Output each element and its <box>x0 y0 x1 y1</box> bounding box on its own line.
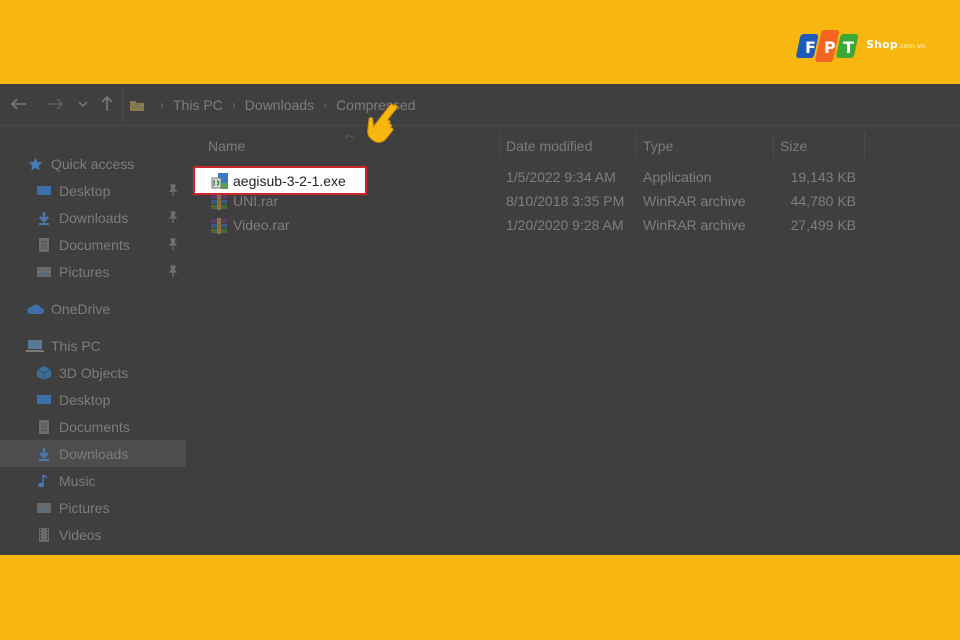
breadcrumb-downloads[interactable]: Downloads <box>245 97 314 113</box>
sidebar-item-label: Desktop <box>59 391 111 408</box>
file-explorer-window: › This PC › Downloads › Compressed Quick… <box>0 84 960 555</box>
column-header-type[interactable]: Type <box>625 136 773 160</box>
desktop-icon <box>36 184 52 198</box>
sidebar-item-downloads[interactable]: Downloads <box>0 440 186 467</box>
sidebar-item-label: 3D Objects <box>59 364 129 381</box>
up-arrow-icon[interactable] <box>96 93 118 115</box>
breadcrumb-separator-icon: › <box>160 98 164 112</box>
navigation-bar: › This PC › Downloads › Compressed <box>0 84 960 126</box>
sidebar-item-3d-objects[interactable]: 3D Objects <box>0 359 186 386</box>
column-divider[interactable] <box>864 132 865 158</box>
film-icon <box>36 527 52 542</box>
music-note-icon <box>36 473 52 488</box>
file-size: 27,499 KB <box>790 217 856 233</box>
file-name: Video.rar <box>233 217 290 233</box>
download-arrow-icon <box>36 447 52 461</box>
file-type: WinRAR archive <box>643 217 746 233</box>
file-type: WinRAR archive <box>643 193 746 209</box>
sidebar-item-music[interactable]: Music <box>0 467 186 494</box>
setup-exe-icon <box>211 173 228 189</box>
winrar-icon <box>211 218 227 234</box>
fpt-shop-logo: F P T Shop.com.vn <box>796 28 936 68</box>
desktop-icon <box>36 393 52 407</box>
file-name: aegisub-3-2-1.exe <box>233 173 346 189</box>
star-icon <box>28 157 44 171</box>
sidebar-item-quick-access[interactable]: Quick access <box>0 150 186 177</box>
sidebar-item-this-pc[interactable]: This PC <box>0 332 186 359</box>
cloud-icon <box>26 302 44 316</box>
forward-arrow-icon[interactable] <box>44 93 66 115</box>
logo-letter-f: F <box>805 38 816 57</box>
download-arrow-icon <box>36 211 52 225</box>
sidebar-item-label: OneDrive <box>51 300 111 317</box>
sidebar-item-label: Downloads <box>59 445 129 462</box>
pictures-icon <box>36 501 52 515</box>
file-type: Application <box>643 169 712 185</box>
logo-letter-t: T <box>843 38 854 57</box>
pin-icon <box>168 211 178 223</box>
folder-location-icon <box>129 98 145 112</box>
breadcrumb-separator-icon: › <box>323 98 328 112</box>
cube-icon <box>36 365 52 380</box>
pointing-hand-icon <box>367 103 398 143</box>
file-size: 44,780 KB <box>790 193 856 209</box>
sidebar-item-pictures[interactable]: Pictures <box>0 494 186 521</box>
sidebar-item-label: Pictures <box>59 499 110 516</box>
file-name: UNI.rar <box>233 193 279 209</box>
address-bar[interactable]: › This PC › Downloads › Compressed <box>122 89 960 121</box>
sidebar-item-documents[interactable]: Documents <box>0 413 186 440</box>
highlighted-file-aegisub[interactable]: aegisub-3-2-1.exe <box>193 166 367 195</box>
logo-letter-p: P <box>824 38 836 57</box>
navigation-pane: Quick access Desktop Downloads Documents… <box>0 144 186 555</box>
pin-icon <box>168 184 178 196</box>
file-date: 1/5/2022 9:34 AM <box>506 169 616 185</box>
file-row-video-rar[interactable]: Video.rar 1/20/2020 9:28 AM WinRAR archi… <box>190 214 870 238</box>
brand-shop-text: Shop.com.vn <box>866 38 926 51</box>
sidebar-item-label: Pictures <box>59 263 110 280</box>
pictures-icon <box>36 265 52 279</box>
file-size: 19,143 KB <box>790 169 856 185</box>
sidebar-item-documents-pinned[interactable]: Documents <box>0 231 186 258</box>
column-header-size[interactable]: Size <box>762 136 862 160</box>
pin-icon <box>168 265 178 277</box>
column-header-date-modified[interactable]: Date modified <box>488 136 636 160</box>
sidebar-item-videos[interactable]: Videos <box>0 521 186 548</box>
sidebar-item-pictures-pinned[interactable]: Pictures <box>0 258 186 285</box>
sidebar-item-label: Documents <box>59 418 130 435</box>
winrar-icon <box>211 194 227 210</box>
file-date: 1/20/2020 9:28 AM <box>506 217 624 233</box>
documents-icon <box>36 419 52 434</box>
breadcrumb-separator-icon: › <box>231 98 236 112</box>
computer-icon <box>26 339 44 353</box>
sidebar-item-label: Documents <box>59 236 130 253</box>
sidebar-item-label: Music <box>59 472 96 489</box>
sidebar-item-label: Quick access <box>51 155 135 172</box>
file-date: 8/10/2018 3:35 PM <box>506 193 625 209</box>
sidebar-item-label: Videos <box>59 526 102 543</box>
pin-icon <box>168 238 178 250</box>
recent-locations-chevron-icon[interactable] <box>72 93 94 115</box>
column-header-name[interactable]: Name <box>190 136 500 160</box>
sidebar-item-downloads-pinned[interactable]: Downloads <box>0 204 186 231</box>
sidebar-item-label: Desktop <box>59 182 111 199</box>
sidebar-item-label: This PC <box>51 337 101 354</box>
documents-icon <box>36 237 52 252</box>
sidebar-item-onedrive[interactable]: OneDrive <box>0 295 186 322</box>
sidebar-item-label: Downloads <box>59 209 129 226</box>
sidebar-item-desktop[interactable]: Desktop <box>0 386 186 413</box>
back-arrow-icon[interactable] <box>8 93 30 115</box>
breadcrumb-this-pc[interactable]: This PC <box>173 97 223 113</box>
sidebar-item-desktop-pinned[interactable]: Desktop <box>0 177 186 204</box>
